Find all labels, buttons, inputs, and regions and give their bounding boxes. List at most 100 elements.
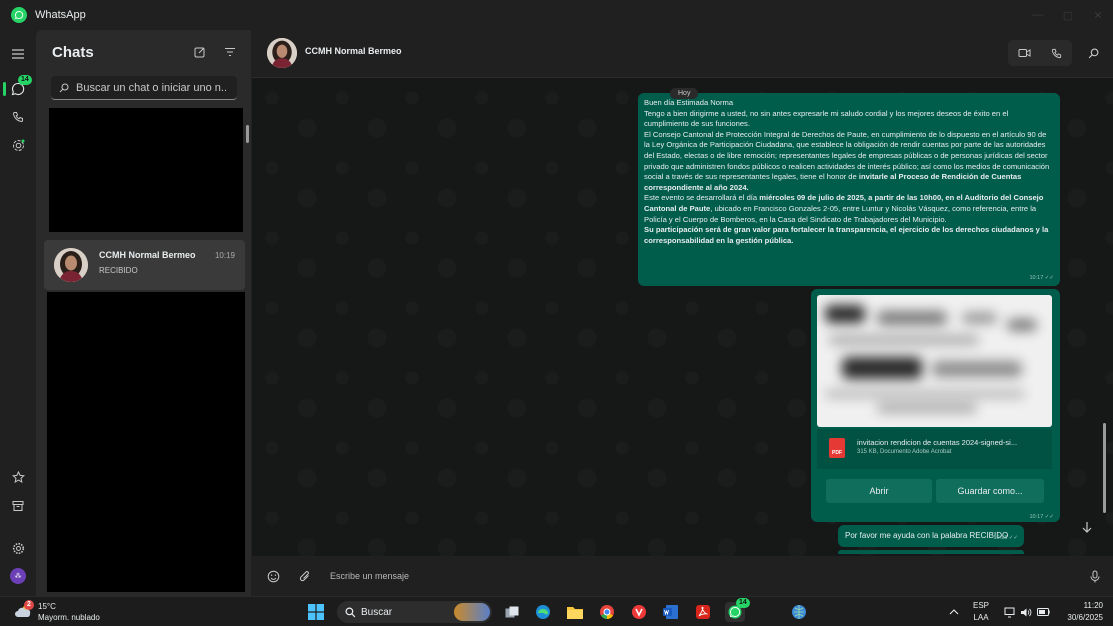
search-icon bbox=[59, 82, 71, 94]
search-messages-icon[interactable] bbox=[1084, 44, 1102, 62]
network-app-icon[interactable] bbox=[789, 602, 809, 622]
message-time-text: 10:17 bbox=[1029, 275, 1044, 282]
video-call-icon[interactable] bbox=[1008, 40, 1040, 66]
message-text: Este evento se desarrollará el día bbox=[644, 193, 760, 203]
message-line: Este evento se desarrollará el día miérc… bbox=[644, 193, 1054, 225]
document-info[interactable]: PDF invitacion rendicion de cuentas 2024… bbox=[817, 429, 1052, 469]
calls-icon[interactable] bbox=[8, 107, 28, 127]
weather-badge: 2 bbox=[24, 600, 34, 610]
language-indicator[interactable]: ESP LAA bbox=[973, 600, 989, 624]
starred-icon[interactable] bbox=[8, 467, 28, 487]
call-buttons bbox=[1008, 40, 1072, 66]
blurred-content bbox=[877, 311, 947, 325]
profile-avatar[interactable]: ⁂ bbox=[8, 566, 28, 586]
weather-condition: Mayorm. nublado bbox=[38, 613, 100, 622]
conversation-header: CCMH Normal Bermeo bbox=[252, 30, 1113, 78]
header-avatar[interactable] bbox=[267, 38, 297, 68]
menu-icon[interactable] bbox=[8, 44, 28, 64]
redacted-area-bottom bbox=[47, 292, 245, 592]
message-line: Buen día Estimada Norma bbox=[644, 98, 734, 107]
emoji-icon[interactable] bbox=[265, 568, 281, 584]
message-line: El Consejo Cantonal de Protección Integr… bbox=[644, 130, 1054, 194]
scroll-down-icon[interactable] bbox=[1078, 518, 1096, 536]
chrome-icon[interactable] bbox=[597, 602, 617, 622]
status-icon[interactable] bbox=[8, 135, 28, 155]
save-as-button[interactable]: Guardar como... bbox=[936, 479, 1044, 503]
open-document-button[interactable]: Abrir bbox=[826, 479, 932, 503]
show-hidden-icons-chevron-icon[interactable] bbox=[944, 602, 964, 622]
whatsapp-window: WhatsApp — ▢ ✕ 14 ⁂ Chats Buscar un chat… bbox=[0, 0, 1113, 596]
new-chat-icon[interactable] bbox=[192, 44, 208, 60]
title-bar: WhatsApp — ▢ ✕ bbox=[0, 0, 1113, 30]
attach-icon[interactable] bbox=[297, 568, 313, 584]
chats-badge: 14 bbox=[18, 75, 32, 85]
message-text: Por favor me ayuda con la palabra RECIBI… bbox=[845, 531, 1009, 540]
acrobat-icon[interactable] bbox=[693, 602, 713, 622]
blurred-content bbox=[932, 361, 1022, 377]
taskbar-search[interactable]: Buscar bbox=[337, 601, 492, 623]
blurred-content bbox=[825, 390, 1025, 398]
day-separator: Hoy bbox=[670, 88, 699, 99]
whatsapp-logo-icon bbox=[11, 7, 27, 23]
whatsapp-taskbar-badge: 14 bbox=[736, 598, 750, 608]
microphone-icon[interactable] bbox=[1087, 568, 1103, 584]
system-clock[interactable]: 11:20 30/6/2025 bbox=[1067, 600, 1103, 624]
message-time: 10:18 ✓✓ bbox=[993, 535, 1018, 541]
windows-taskbar: 2 15°C Mayorm. nublado Buscar 14 ESP LAA… bbox=[0, 596, 1113, 626]
redacted-area-top bbox=[49, 108, 243, 232]
blurred-content bbox=[825, 305, 865, 323]
message-time-text: 10:17 bbox=[1029, 514, 1044, 520]
message-invitation[interactable]: Buen día Estimada Norma Tengo a bien dir… bbox=[638, 93, 1060, 286]
windows-start-icon[interactable] bbox=[306, 602, 326, 622]
search-icon bbox=[345, 606, 356, 618]
blurred-content bbox=[829, 335, 979, 345]
keyboard-layout: LAA bbox=[973, 613, 989, 622]
minimize-button[interactable]: — bbox=[1023, 0, 1053, 30]
message-line: Su participación será de gran valor para… bbox=[644, 225, 1054, 246]
clock-time: 11:20 bbox=[1083, 601, 1103, 610]
chat-time: 10:19 bbox=[214, 251, 235, 260]
blurred-content bbox=[877, 403, 977, 413]
filter-icon[interactable] bbox=[222, 44, 238, 60]
voice-call-icon[interactable] bbox=[1040, 40, 1072, 66]
settings-icon[interactable] bbox=[8, 538, 28, 558]
vivaldi-icon[interactable] bbox=[629, 602, 649, 622]
blurred-content bbox=[962, 313, 997, 323]
chat-name: CCMH Normal Bermeo bbox=[99, 250, 196, 260]
contact-name[interactable]: CCMH Normal Bermeo bbox=[305, 46, 402, 56]
whatsapp-taskbar-icon[interactable]: 14 bbox=[725, 598, 750, 622]
message-bold-text: Su participación será de gran valor para… bbox=[644, 225, 1049, 245]
conversation-scrollbar[interactable] bbox=[1103, 423, 1106, 513]
message-input[interactable] bbox=[330, 567, 1030, 585]
pdf-file-icon: PDF bbox=[829, 438, 845, 458]
chats-title: Chats bbox=[52, 44, 94, 61]
maximize-button[interactable]: ▢ bbox=[1053, 0, 1083, 30]
conversation-pane: CCMH Normal Bermeo Hoy Buen día Estimada… bbox=[252, 30, 1113, 596]
message-document[interactable]: PDF invitacion rendicion de cuentas 2024… bbox=[811, 289, 1060, 522]
close-button[interactable]: ✕ bbox=[1083, 0, 1113, 30]
document-preview[interactable] bbox=[817, 295, 1052, 427]
document-filename: invitacion rendicion de cuentas 2024-sig… bbox=[857, 438, 1018, 447]
chats-icon[interactable]: 14 bbox=[8, 75, 32, 99]
taskbar-search-label: Buscar bbox=[361, 606, 393, 618]
message-time-text: 10:18 bbox=[993, 535, 1008, 541]
battery-icon[interactable] bbox=[1033, 602, 1053, 622]
search-input[interactable] bbox=[76, 81, 226, 94]
edge-icon[interactable] bbox=[533, 602, 553, 622]
chat-preview: RECIBIDO bbox=[99, 266, 138, 275]
word-icon[interactable] bbox=[661, 602, 681, 622]
message-time: 10:17 ✓✓ bbox=[1029, 275, 1054, 282]
chat-search[interactable] bbox=[51, 76, 237, 100]
search-highlight-icon bbox=[454, 603, 490, 621]
blurred-content bbox=[1007, 319, 1037, 331]
chat-list-scrollbar[interactable] bbox=[246, 125, 249, 143]
archive-icon[interactable] bbox=[8, 496, 28, 516]
message-time: 10:17 ✓✓ bbox=[1029, 514, 1054, 520]
nav-rail: 14 ⁂ bbox=[0, 30, 36, 596]
active-indicator bbox=[3, 82, 6, 96]
chat-list-item[interactable]: CCMH Normal Bermeo 10:19 RECIBIDO bbox=[44, 240, 245, 290]
blurred-content bbox=[842, 357, 922, 379]
message-request[interactable]: Por favor me ayuda con la palabra RECIBI… bbox=[838, 525, 1024, 547]
file-explorer-icon[interactable] bbox=[565, 602, 585, 622]
task-view-icon[interactable] bbox=[502, 602, 522, 622]
